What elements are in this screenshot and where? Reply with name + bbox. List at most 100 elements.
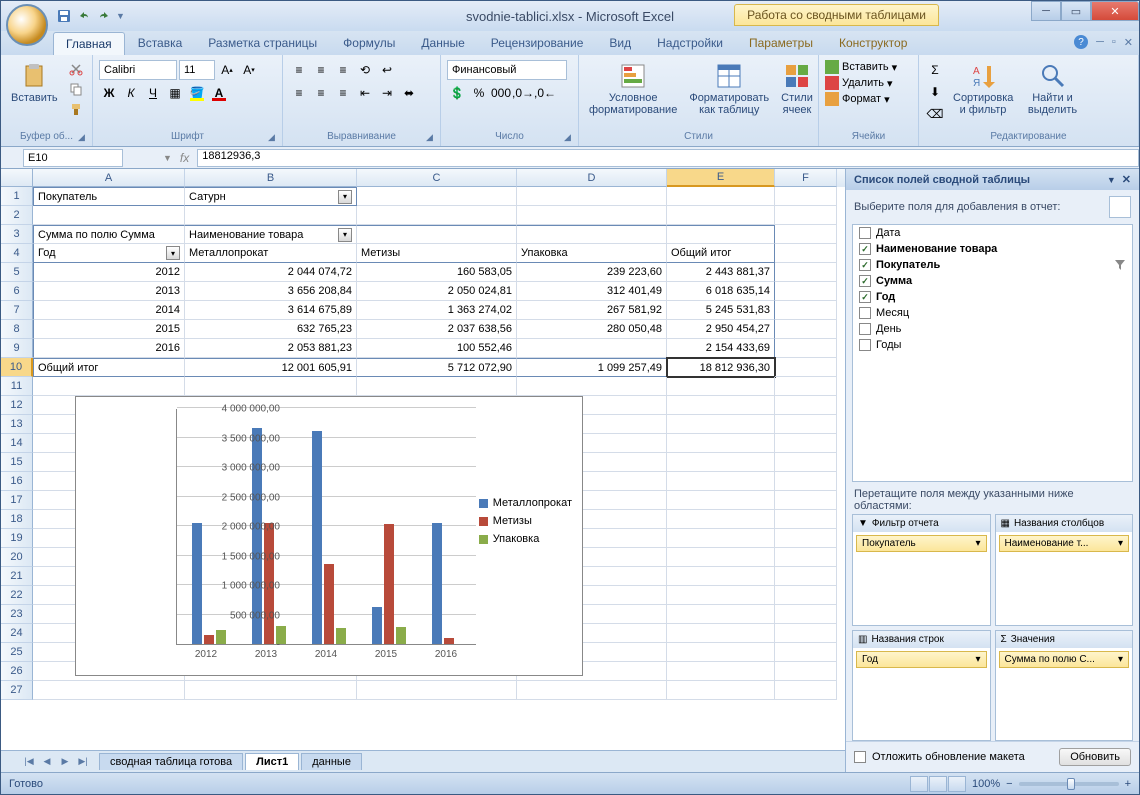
restore-workbook-icon[interactable]: ▫ bbox=[1112, 36, 1116, 48]
increase-indent-button[interactable]: ⇥ bbox=[377, 83, 397, 103]
zone-item[interactable]: Покупатель▾ bbox=[856, 535, 987, 552]
col-header-D[interactable]: D bbox=[517, 169, 667, 187]
insert-cells-button[interactable]: Вставить ▾ bbox=[825, 60, 897, 74]
zoom-level[interactable]: 100% bbox=[972, 778, 1000, 790]
last-sheet-button[interactable]: ▶| bbox=[75, 754, 91, 770]
field-checkbox[interactable]: ✓ bbox=[859, 275, 871, 287]
paste-button[interactable]: Вставить bbox=[7, 60, 62, 106]
first-sheet-button[interactable]: |◀ bbox=[21, 754, 37, 770]
close-pane-icon[interactable]: ✕ bbox=[1122, 173, 1131, 186]
undo-icon[interactable] bbox=[76, 8, 92, 24]
embedded-chart[interactable]: МеталлопрокатМетизыУпаковка -500 000,001… bbox=[75, 396, 583, 676]
field-item[interactable]: Дата bbox=[853, 225, 1132, 241]
align-middle-button[interactable]: ≡ bbox=[311, 60, 331, 80]
row-header[interactable]: 1 bbox=[1, 187, 33, 206]
font-launcher-icon[interactable]: ◢ bbox=[268, 132, 280, 144]
tab-review[interactable]: Рецензирование bbox=[478, 31, 597, 55]
qat-dropdown-icon[interactable]: ▼ bbox=[116, 11, 125, 21]
increase-decimal-button[interactable]: ,0→ bbox=[513, 83, 533, 103]
fill-button[interactable]: ⬇ bbox=[925, 82, 945, 102]
alignment-launcher-icon[interactable]: ◢ bbox=[426, 132, 438, 144]
clipboard-launcher-icon[interactable]: ◢ bbox=[78, 132, 90, 144]
cell[interactable]: Сатурн▾ bbox=[185, 187, 357, 206]
zoom-slider[interactable] bbox=[1019, 782, 1119, 786]
align-center-button[interactable]: ≡ bbox=[311, 83, 331, 103]
font-size-combo[interactable]: 11 bbox=[179, 60, 215, 80]
pane-dropdown-icon[interactable]: ▼ bbox=[1107, 175, 1116, 185]
underline-button[interactable]: Ч bbox=[143, 83, 163, 103]
decrease-indent-button[interactable]: ⇤ bbox=[355, 83, 375, 103]
zone-item[interactable]: Год▾ bbox=[856, 651, 987, 668]
field-item[interactable]: ✓Год bbox=[853, 289, 1132, 305]
defer-checkbox[interactable] bbox=[854, 751, 866, 763]
selected-cell[interactable]: 18 812 936,30 bbox=[667, 358, 775, 377]
filter-dropdown-icon[interactable]: ▾ bbox=[338, 228, 352, 242]
minimize-ribbon-icon[interactable]: ─ bbox=[1096, 36, 1104, 48]
filter-zone[interactable]: ▼Фильтр отчета Покупатель▾ bbox=[852, 514, 991, 626]
cell[interactable]: Покупатель bbox=[33, 187, 185, 206]
help-icon[interactable]: ? bbox=[1074, 35, 1088, 49]
bold-button[interactable]: Ж bbox=[99, 83, 119, 103]
field-checkbox[interactable]: ✓ bbox=[859, 259, 871, 271]
zoom-out-button[interactable]: − bbox=[1006, 778, 1012, 790]
tab-data[interactable]: Данные bbox=[408, 31, 477, 55]
conditional-format-button[interactable]: Условное форматирование bbox=[585, 60, 681, 118]
field-item[interactable]: ✓Покупатель bbox=[853, 257, 1132, 273]
format-cells-button[interactable]: Формат ▾ bbox=[825, 92, 897, 106]
minimize-button[interactable]: ─ bbox=[1031, 1, 1061, 21]
align-right-button[interactable]: ≡ bbox=[333, 83, 353, 103]
tab-addins[interactable]: Надстройки bbox=[644, 31, 736, 55]
sheet-tab[interactable]: сводная таблица готова bbox=[99, 753, 243, 770]
page-layout-view-button[interactable] bbox=[929, 776, 947, 792]
col-header-F[interactable]: F bbox=[775, 169, 837, 187]
field-item[interactable]: Месяц bbox=[853, 305, 1132, 321]
field-checkbox[interactable] bbox=[859, 339, 871, 351]
autosum-button[interactable]: Σ bbox=[925, 60, 945, 80]
col-header-E[interactable]: E bbox=[667, 169, 775, 187]
select-all-corner[interactable] bbox=[1, 169, 33, 187]
tab-formulas[interactable]: Формулы bbox=[330, 31, 408, 55]
next-sheet-button[interactable]: ▶ bbox=[57, 754, 73, 770]
format-painter-button[interactable] bbox=[66, 100, 86, 118]
field-checkbox[interactable] bbox=[859, 323, 871, 335]
decrease-decimal-button[interactable]: ,0← bbox=[535, 83, 555, 103]
orientation-button[interactable]: ⟲ bbox=[355, 60, 375, 80]
sheet-tab-active[interactable]: Лист1 bbox=[245, 753, 299, 770]
sort-filter-button[interactable]: АЯ Сортировка и фильтр bbox=[949, 60, 1017, 118]
number-format-combo[interactable]: Финансовый bbox=[447, 60, 567, 80]
col-header-A[interactable]: A bbox=[33, 169, 185, 187]
align-left-button[interactable]: ≡ bbox=[289, 83, 309, 103]
col-header-B[interactable]: B bbox=[185, 169, 357, 187]
field-checkbox[interactable] bbox=[859, 307, 871, 319]
align-bottom-button[interactable]: ≡ bbox=[333, 60, 353, 80]
name-box[interactable]: E10 bbox=[23, 149, 123, 167]
field-item[interactable]: Годы bbox=[853, 337, 1132, 353]
border-button[interactable]: ▦ bbox=[165, 83, 185, 103]
field-item[interactable]: День bbox=[853, 321, 1132, 337]
field-checkbox[interactable] bbox=[859, 227, 871, 239]
prev-sheet-button[interactable]: ◀ bbox=[39, 754, 55, 770]
worksheet-grid[interactable]: A B C D E F 1 Покупатель Сатурн▾ 2 3 Сум… bbox=[1, 169, 845, 750]
update-button[interactable]: Обновить bbox=[1059, 748, 1131, 766]
field-item[interactable]: ✓Наименование товара bbox=[853, 241, 1132, 257]
shrink-font-button[interactable]: A▾ bbox=[239, 60, 259, 80]
office-button[interactable] bbox=[6, 4, 48, 46]
layout-options-button[interactable] bbox=[1109, 196, 1131, 218]
field-checkbox[interactable]: ✓ bbox=[859, 291, 871, 303]
font-name-combo[interactable]: Calibri bbox=[99, 60, 177, 80]
save-icon[interactable] bbox=[56, 8, 72, 24]
format-as-table-button[interactable]: Форматировать как таблицу bbox=[685, 60, 773, 118]
delete-cells-button[interactable]: Удалить ▾ bbox=[825, 76, 897, 90]
italic-button[interactable]: К bbox=[121, 83, 141, 103]
maximize-button[interactable]: ▭ bbox=[1061, 1, 1091, 21]
formula-input[interactable]: 18812936,3 bbox=[197, 149, 1139, 167]
number-launcher-icon[interactable]: ◢ bbox=[564, 132, 576, 144]
filter-dropdown-icon[interactable]: ▾ bbox=[166, 246, 180, 260]
cut-button[interactable] bbox=[66, 60, 86, 78]
find-select-button[interactable]: Найти и выделить bbox=[1021, 60, 1084, 118]
fill-color-button[interactable]: 🪣 bbox=[187, 83, 207, 103]
close-button[interactable]: ✕ bbox=[1091, 1, 1139, 21]
field-list[interactable]: Дата✓Наименование товара✓Покупатель✓Сумм… bbox=[852, 224, 1133, 482]
grow-font-button[interactable]: A▴ bbox=[217, 60, 237, 80]
cell-styles-button[interactable]: Стили ячеек bbox=[777, 60, 817, 118]
